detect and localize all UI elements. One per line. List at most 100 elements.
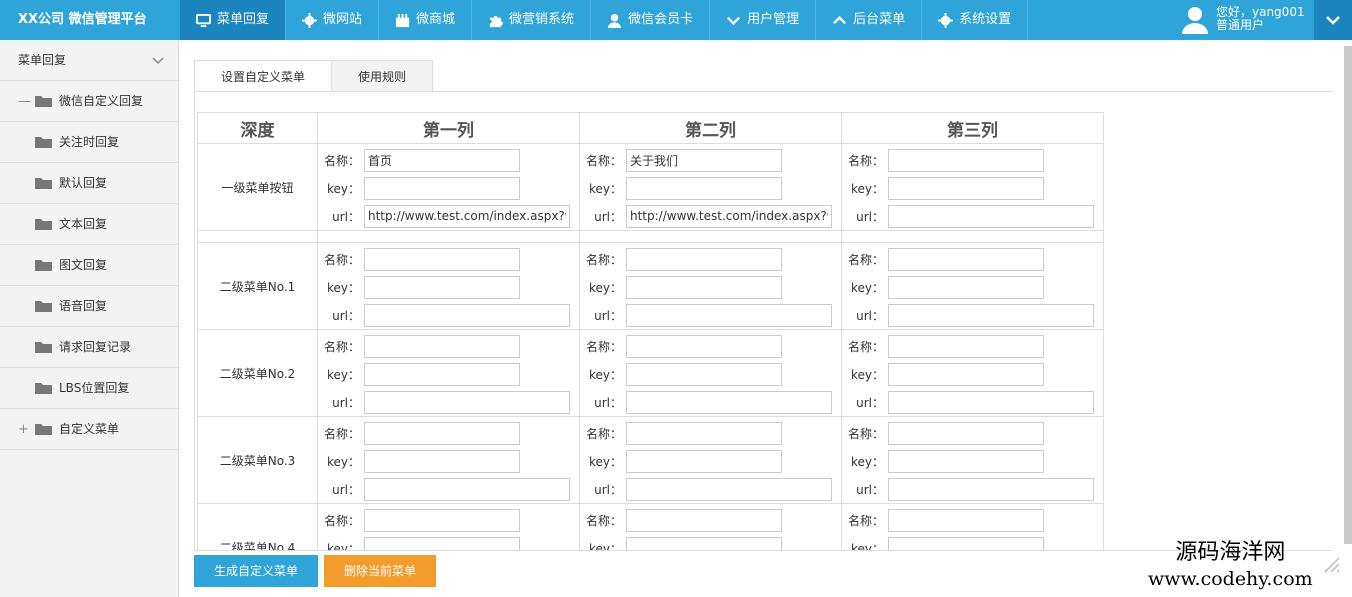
- folder-icon: [35, 424, 52, 435]
- nav-micro-site[interactable]: 微网站: [286, 0, 380, 40]
- header-dropdown-button[interactable]: [1314, 0, 1352, 40]
- name-input[interactable]: [888, 148, 1044, 172]
- sidebar-item-lbs-reply[interactable]: LBS位置回复: [0, 368, 178, 409]
- watermark-line1: 源码海洋网: [1175, 540, 1286, 565]
- url-input[interactable]: [888, 303, 1094, 327]
- name-input[interactable]: [888, 421, 1044, 445]
- name-input[interactable]: [364, 508, 520, 532]
- name-input[interactable]: [888, 247, 1044, 271]
- key-input[interactable]: [626, 275, 782, 299]
- sidebar-item-request-log[interactable]: 请求回复记录: [0, 327, 178, 368]
- key-input[interactable]: [888, 176, 1044, 200]
- sidebar-item-default-reply[interactable]: 默认回复: [0, 163, 178, 204]
- name-input[interactable]: [364, 421, 520, 445]
- key-label: key：: [588, 181, 622, 196]
- delete-menu-button[interactable]: 删除当前菜单: [324, 555, 436, 587]
- url-input[interactable]: [626, 204, 832, 228]
- spacer-cell: [197, 230, 318, 243]
- key-field-row: key：: [584, 174, 841, 202]
- key-field-row: key：: [846, 360, 1103, 388]
- url-field-row: url：: [584, 388, 841, 416]
- sidebar-item-voice-reply[interactable]: 语音回复: [0, 286, 178, 327]
- menu-cell: 名称： key： url：: [579, 242, 842, 330]
- url-label: url：: [332, 209, 360, 224]
- url-input[interactable]: [888, 390, 1094, 414]
- key-input[interactable]: [888, 362, 1044, 386]
- url-input[interactable]: [364, 390, 570, 414]
- name-label: 名称：: [585, 513, 622, 528]
- url-input[interactable]: [364, 477, 570, 501]
- url-label: url：: [594, 209, 622, 224]
- key-input[interactable]: [364, 449, 520, 473]
- name-input[interactable]: [626, 334, 782, 358]
- page-scrollbar[interactable]: [1344, 46, 1352, 544]
- name-input[interactable]: [626, 421, 782, 445]
- key-input[interactable]: [626, 449, 782, 473]
- key-input[interactable]: [626, 536, 782, 550]
- nav-micro-shop[interactable]: 微商城: [379, 0, 473, 40]
- url-input[interactable]: [626, 303, 832, 327]
- sidebar-item-custom-reply[interactable]: — 微信自定义回复: [0, 81, 178, 122]
- sidebar-header[interactable]: 菜单回复: [0, 40, 178, 81]
- url-input[interactable]: [888, 204, 1094, 228]
- key-input[interactable]: [364, 275, 520, 299]
- nav-backend-menu[interactable]: 后台菜单: [816, 0, 923, 40]
- nav-system-settings[interactable]: 系统设置: [922, 0, 1029, 40]
- folder-icon: [35, 178, 52, 189]
- url-input[interactable]: [364, 303, 570, 327]
- key-input[interactable]: [626, 176, 782, 200]
- menu-cell: 名称： key： url：: [579, 143, 842, 231]
- tab-usage-rules[interactable]: 使用规则: [331, 60, 434, 92]
- puzzle-icon: [489, 15, 504, 27]
- key-input[interactable]: [364, 176, 520, 200]
- key-input[interactable]: [888, 275, 1044, 299]
- name-field-row: 名称：: [846, 419, 1103, 447]
- url-field-row: url：: [322, 301, 579, 329]
- nav-user-management[interactable]: 用户管理: [710, 0, 817, 40]
- key-input[interactable]: [364, 362, 520, 386]
- collapse-toggle[interactable]: —: [18, 81, 35, 122]
- tab-set-custom-menu[interactable]: 设置自定义菜单: [194, 60, 333, 92]
- sidebar-item-news-reply[interactable]: 图文回复: [0, 245, 178, 286]
- name-input[interactable]: [364, 148, 520, 172]
- resize-handle-icon[interactable]: [1322, 555, 1342, 575]
- folder-icon: [35, 260, 52, 271]
- name-input[interactable]: [888, 334, 1044, 358]
- user-info[interactable]: 您好，yang001 普通用户: [1180, 4, 1305, 34]
- key-input[interactable]: [888, 536, 1044, 550]
- tab-bar: 设置自定义菜单 使用规则: [194, 60, 434, 92]
- name-input[interactable]: [626, 148, 782, 172]
- key-label: key：: [326, 454, 360, 469]
- generate-menu-button[interactable]: 生成自定义菜单: [194, 555, 318, 587]
- name-input[interactable]: [888, 508, 1044, 532]
- key-input[interactable]: [626, 362, 782, 386]
- name-label: 名称：: [847, 339, 884, 354]
- key-input[interactable]: [364, 536, 520, 550]
- sidebar-item-label: 自定义菜单: [59, 421, 120, 436]
- name-input[interactable]: [626, 508, 782, 532]
- name-field-row: 名称：: [322, 419, 579, 447]
- sidebar-item-text-reply[interactable]: 文本回复: [0, 204, 178, 245]
- shop-icon: [395, 13, 410, 27]
- sidebar-item-follow-reply[interactable]: 关注时回复: [0, 122, 178, 163]
- name-input[interactable]: [626, 247, 782, 271]
- url-input[interactable]: [626, 477, 832, 501]
- nav-menu-reply[interactable]: 菜单回复: [180, 0, 287, 40]
- sidebar-item-label: 语音回复: [59, 298, 108, 313]
- url-input[interactable]: [626, 390, 832, 414]
- name-input[interactable]: [364, 334, 520, 358]
- sidebar-item-custom-menu[interactable]: + 自定义菜单: [0, 409, 178, 450]
- nav-member-card[interactable]: 微信会员卡: [591, 0, 711, 40]
- name-input[interactable]: [364, 247, 520, 271]
- name-label: 名称：: [585, 426, 622, 441]
- sidebar-item-label: 请求回复记录: [59, 339, 132, 354]
- url-label: url：: [856, 209, 884, 224]
- url-input[interactable]: [364, 204, 570, 228]
- key-input[interactable]: [888, 449, 1044, 473]
- expand-toggle[interactable]: +: [18, 409, 35, 450]
- url-label: url：: [594, 308, 622, 323]
- url-input[interactable]: [888, 477, 1094, 501]
- name-field-row: 名称：: [322, 506, 579, 534]
- nav-micro-marketing[interactable]: 微营销系统: [472, 0, 592, 40]
- url-field-row: url：: [322, 202, 579, 230]
